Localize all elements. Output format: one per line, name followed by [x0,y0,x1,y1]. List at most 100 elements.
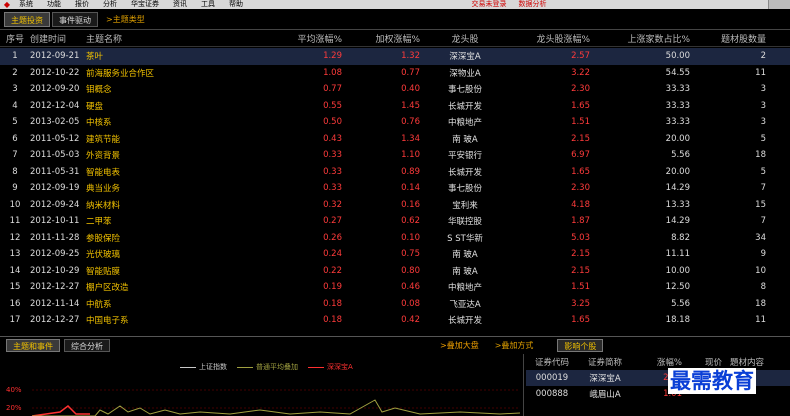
row-leader-stock: S ST华新 [447,233,483,244]
row-index: 4 [12,100,18,111]
legend-label: 深深宝A [327,363,353,371]
table-row[interactable]: 2 2012-10-22 前海服务业合作区 1.08 0.77 深物业A 3.22 54.55… [0,65,790,82]
row-theme-name: 智能电表 [86,167,121,178]
menu-item-function[interactable]: 功能 [40,0,68,9]
stock-col-price[interactable]: 现价 [682,356,722,368]
tab-theme-events[interactable]: 主题和事件 [6,338,60,352]
theme-type-link[interactable]: >主题类型 [100,12,151,27]
menu-item-news[interactable]: 资讯 [166,0,194,9]
row-weighted-change: 1.45 [401,100,420,111]
col-header-stock-count[interactable]: 题材股数量 [694,32,776,45]
col-header-index[interactable]: 序号 [0,32,30,45]
row-theme-name: 中航系 [86,299,112,310]
stock-col-content[interactable]: 題材内容 [722,356,772,368]
row-weighted-change: 0.76 [401,117,420,128]
tab-event-driven[interactable]: 事件驱动 [52,11,98,27]
row-avg-change: 0.50 [323,117,342,128]
row-theme-name: 钼概念 [86,85,112,96]
stock-col-code[interactable]: 证券代码 [526,356,578,368]
row-theme-name: 二甲苯 [86,217,112,228]
row-index: 7 [12,150,18,161]
tab-theme-invest[interactable]: 主题投资 [4,11,50,27]
menu-item-help[interactable]: 帮助 [222,0,250,9]
row-leader-change: 3.22 [571,67,590,78]
col-header-leader-change[interactable]: 龙头股涨幅% [506,32,594,45]
table-row[interactable]: 5 2013-02-05 中核系 0.50 0.76 中粮地产 1.51 33.33 3 [0,114,790,131]
row-avg-change: 0.33 [323,183,342,194]
row-theme-name: 智能贴膜 [86,266,121,277]
row-leader-stock: 飞亚达A [449,299,481,310]
table-row[interactable]: 6 2011-05-12 建筑节能 0.43 1.34 南 玻A 2.15 20.00 5 [0,131,790,148]
row-weighted-change: 0.14 [401,183,420,194]
table-row[interactable]: 17 2012-12-27 中国电子系 0.18 0.42 长城开发 1.65 18.18 11 [0,312,790,329]
row-theme-name: 中国电子系 [86,316,129,327]
row-leader-stock: 长城开发 [447,167,482,178]
row-stock-count: 3 [760,84,766,95]
row-weighted-change: 0.80 [401,265,420,276]
col-header-rise-ratio[interactable]: 上涨家数占比% [594,32,694,45]
related-stocks-button[interactable]: 影响个股 [557,338,604,352]
col-header-avg-change[interactable]: 平均涨幅% [226,32,346,45]
table-row[interactable]: 11 2012-10-11 二甲苯 0.27 0.62 华联控股 1.87 14.29 7 [0,213,790,230]
menu-item-analysis[interactable]: 分析 [96,0,124,9]
row-leader-change: 2.15 [571,265,590,276]
window-control-button[interactable] [768,0,790,9]
menu-item-broker[interactable]: 华宝证券 [124,0,166,9]
row-rise-ratio: 50.00 [665,51,690,62]
data-analysis-link[interactable]: 数据分析 [513,0,553,9]
row-leader-change: 1.51 [571,282,590,293]
overlay-mode-button[interactable]: >叠加方式 [489,339,540,352]
row-rise-ratio: 54.55 [665,67,690,78]
stock-col-change[interactable]: 涨幅% [632,356,682,368]
table-row[interactable]: 1 2012-09-21 茶叶 1.29 1.32 深深宝A 2.57 50.00 2 [0,48,790,65]
menu-item-quote[interactable]: 报价 [68,0,96,9]
col-header-leader-stock[interactable]: 龙头股 [424,32,506,45]
table-row[interactable]: 12 2011-11-28 参股保险 0.26 0.10 S ST华新 5.03 8.82 34 [0,230,790,247]
menu-item-tools[interactable]: 工具 [194,0,222,9]
row-stock-count: 34 [755,232,766,243]
table-row[interactable]: 8 2011-05-31 智能电表 0.33 0.89 长城开发 1.65 20.00 5 [0,164,790,181]
row-leader-change: 6.97 [571,150,590,161]
menu-item-system[interactable]: 系统 [12,0,40,9]
y-tick-40: 40% [6,386,22,394]
table-row[interactable]: 13 2012-09-25 光伏玻璃 0.24 0.75 南 玻A 2.15 11.11 9 [0,246,790,263]
table-row[interactable]: 4 2012-12-04 硬盘 0.55 1.45 长城开发 1.65 33.33 3 [0,98,790,115]
overlay-market-button[interactable]: >叠加大盘 [434,339,485,352]
row-created: 2011-05-12 [30,133,80,144]
row-leader-change: 1.51 [571,117,590,128]
row-stock-count: 7 [760,183,766,194]
menu-bar: ◆ 系统 功能 报价 分析 华宝证券 资讯 工具 帮助 交易未登录 数据分析 [0,0,790,9]
row-index: 11 [9,216,21,227]
table-row[interactable]: 3 2012-09-20 钼概念 0.77 0.40 事七股份 2.30 33.33 3 [0,81,790,98]
stock-col-name[interactable]: 证券简称 [578,356,632,368]
main-tab-bar: 主题投资 事件驱动 >主题类型 [0,9,790,30]
row-leader-change: 2.57 [571,51,590,62]
legend-label: 普通平均叠加 [256,363,298,371]
row-created: 2013-02-05 [30,117,80,128]
col-header-created[interactable]: 创建时间 [30,32,86,45]
row-rise-ratio: 10.00 [665,265,690,276]
row-theme-name: 茶叶 [86,52,104,63]
table-row[interactable]: 9 2012-09-19 典当业务 0.33 0.14 事七股份 2.30 14.29 7 [0,180,790,197]
row-weighted-change: 0.10 [401,232,420,243]
tab-comprehensive-analysis[interactable]: 综合分析 [64,338,110,352]
row-stock-count: 11 [755,315,766,326]
row-avg-change: 0.18 [323,298,342,309]
row-weighted-change: 0.89 [401,166,420,177]
row-stock-count: 2 [760,51,766,62]
row-avg-change: 1.08 [323,67,342,78]
table-row[interactable]: 14 2012-10-29 智能贴膜 0.22 0.80 南 玻A 2.15 10.00 10 [0,263,790,280]
col-header-weighted-change[interactable]: 加权涨幅% [346,32,424,45]
row-created: 2011-11-28 [30,232,80,243]
col-header-theme-name[interactable]: 主题名称 [86,32,226,45]
table-row[interactable]: 16 2012-11-14 中航系 0.18 0.08 飞亚达A 3.25 5.56 18 [0,296,790,313]
row-rise-ratio: 18.18 [665,315,690,326]
row-rise-ratio: 33.33 [665,100,690,111]
row-stock-count: 18 [755,150,766,161]
row-leader-stock: 南 玻A [452,134,478,145]
table-row[interactable]: 15 2012-12-27 棚户区改造 0.19 0.46 中粮地产 1.51 12.50 8 [0,279,790,296]
table-row[interactable]: 7 2011-05-03 外资背景 0.33 1.10 平安银行 6.97 5.56 18 [0,147,790,164]
table-row[interactable]: 10 2012-09-24 纳米材料 0.32 0.16 宝利来 4.18 13.33 15 [0,197,790,214]
trade-login-link[interactable]: 交易未登录 [466,0,513,9]
row-weighted-change: 0.40 [401,84,420,95]
